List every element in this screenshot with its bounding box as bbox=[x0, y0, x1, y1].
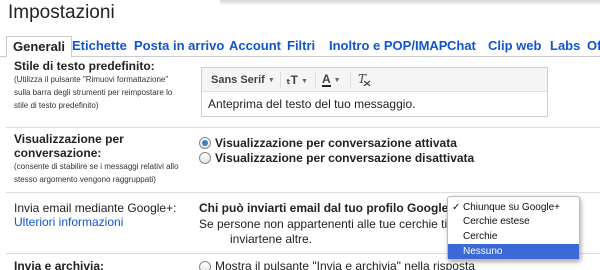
default-text-style-label: Stile di testo predefinito: bbox=[14, 59, 155, 73]
font-family-value: Sans Serif bbox=[211, 74, 265, 86]
text-size-icon[interactable]: ₜT ▼ bbox=[286, 72, 308, 88]
tab-clip-web[interactable]: Clip web bbox=[488, 36, 541, 57]
font-family-select[interactable]: Sans Serif ▼ bbox=[211, 72, 275, 88]
page-title: Impostazioni bbox=[8, 2, 115, 23]
send-archive-label: Invia e archivia: bbox=[14, 259, 105, 270]
default-text-style-note-1: (Utilizza il pulsante "Rimuovi formattaz… bbox=[14, 75, 169, 84]
chevron-down-icon: ▼ bbox=[267, 77, 275, 84]
conversation-view-note-2: stesso argomento vengono raggruppati) bbox=[14, 175, 156, 184]
checkmark-icon: ✓ bbox=[452, 202, 461, 213]
editor-preview-text: Anteprima del testo del tuo messaggio. bbox=[208, 97, 416, 111]
conversation-view-off-radio[interactable] bbox=[199, 152, 211, 164]
menu-item-cerchie-estese[interactable]: Cerchie estese bbox=[448, 214, 579, 229]
send-archive-radio[interactable] bbox=[199, 261, 211, 270]
conversation-view-on-radio[interactable] bbox=[199, 137, 211, 149]
tab-chat[interactable]: Chat bbox=[447, 36, 476, 57]
tab-offline[interactable]: Of bbox=[587, 36, 600, 57]
default-text-style-note-2: sulla barra degli strumenti per reimpost… bbox=[14, 88, 173, 97]
menu-item-nessuno[interactable]: Nessuno bbox=[448, 244, 579, 259]
google-plus-dropdown-menu: ✓ Chiunque su Google+ Cerchie estese Cerc… bbox=[447, 196, 580, 260]
menu-item-cerchie[interactable]: Cerchie bbox=[448, 229, 579, 244]
google-plus-description-1: Se persone non appartenenti alle tue cer… bbox=[199, 217, 454, 231]
conversation-view-on-label[interactable]: Visualizzazione per conversazione attiva… bbox=[215, 136, 457, 150]
learn-more-link[interactable]: Ulteriori informazioni bbox=[14, 215, 123, 229]
editor-toolbar: Sans Serif ▼ ₜT ▼ A ▼ T bbox=[202, 68, 547, 92]
text-color-icon[interactable]: A ▼ bbox=[322, 72, 341, 88]
tab-etichette[interactable]: Etichette bbox=[72, 36, 127, 57]
section-divider bbox=[6, 127, 600, 128]
section-divider bbox=[6, 192, 600, 193]
toolbar-divider bbox=[280, 72, 281, 88]
tab-generali[interactable]: Generali bbox=[6, 36, 73, 58]
google-plus-label: Invia email mediante Google+: bbox=[14, 201, 177, 215]
tab-inoltro-pop-imap[interactable]: Inoltro e POP/IMAP bbox=[329, 36, 447, 57]
conversation-view-note-1: (consente di stabilire se i messaggi rel… bbox=[14, 162, 179, 171]
toolbar-divider bbox=[315, 72, 316, 88]
conversation-view-off-label[interactable]: Visualizzazione per conversazione disatt… bbox=[215, 151, 474, 165]
conversation-view-label-1: Visualizzazione per bbox=[14, 132, 124, 146]
text-style-editor[interactable]: Sans Serif ▼ ₜT ▼ A ▼ T Anteprima del testo… bbox=[201, 67, 548, 117]
google-plus-question: Chi può inviarti email dal tuo profilo G… bbox=[199, 201, 456, 215]
send-archive-option[interactable]: Mostra il pulsante "Invia e archivia" ne… bbox=[215, 259, 475, 270]
tab-filtri[interactable]: Filtri bbox=[287, 36, 315, 57]
menu-item-chiunque[interactable]: ✓ Chiunque su Google+ bbox=[448, 200, 579, 215]
default-text-style-note-3: stile di testo predefinito) bbox=[14, 101, 99, 110]
tab-labs[interactable]: Labs bbox=[550, 36, 580, 57]
conversation-view-label-2: conversazione: bbox=[14, 146, 102, 160]
tab-account[interactable]: Account bbox=[229, 36, 281, 57]
toolbar-divider bbox=[350, 72, 351, 88]
chevron-down-icon: ▼ bbox=[300, 78, 308, 85]
remove-formatting-icon[interactable]: T bbox=[357, 72, 371, 88]
google-plus-description-2: inviartene altre. bbox=[230, 232, 313, 246]
tab-posta-in-arrivo[interactable]: Posta in arrivo bbox=[134, 36, 224, 57]
chevron-down-icon: ▼ bbox=[333, 77, 341, 84]
header-shadow bbox=[220, 0, 600, 6]
settings-tabs: Generali Etichette Posta in arrivo Accou… bbox=[0, 36, 600, 58]
